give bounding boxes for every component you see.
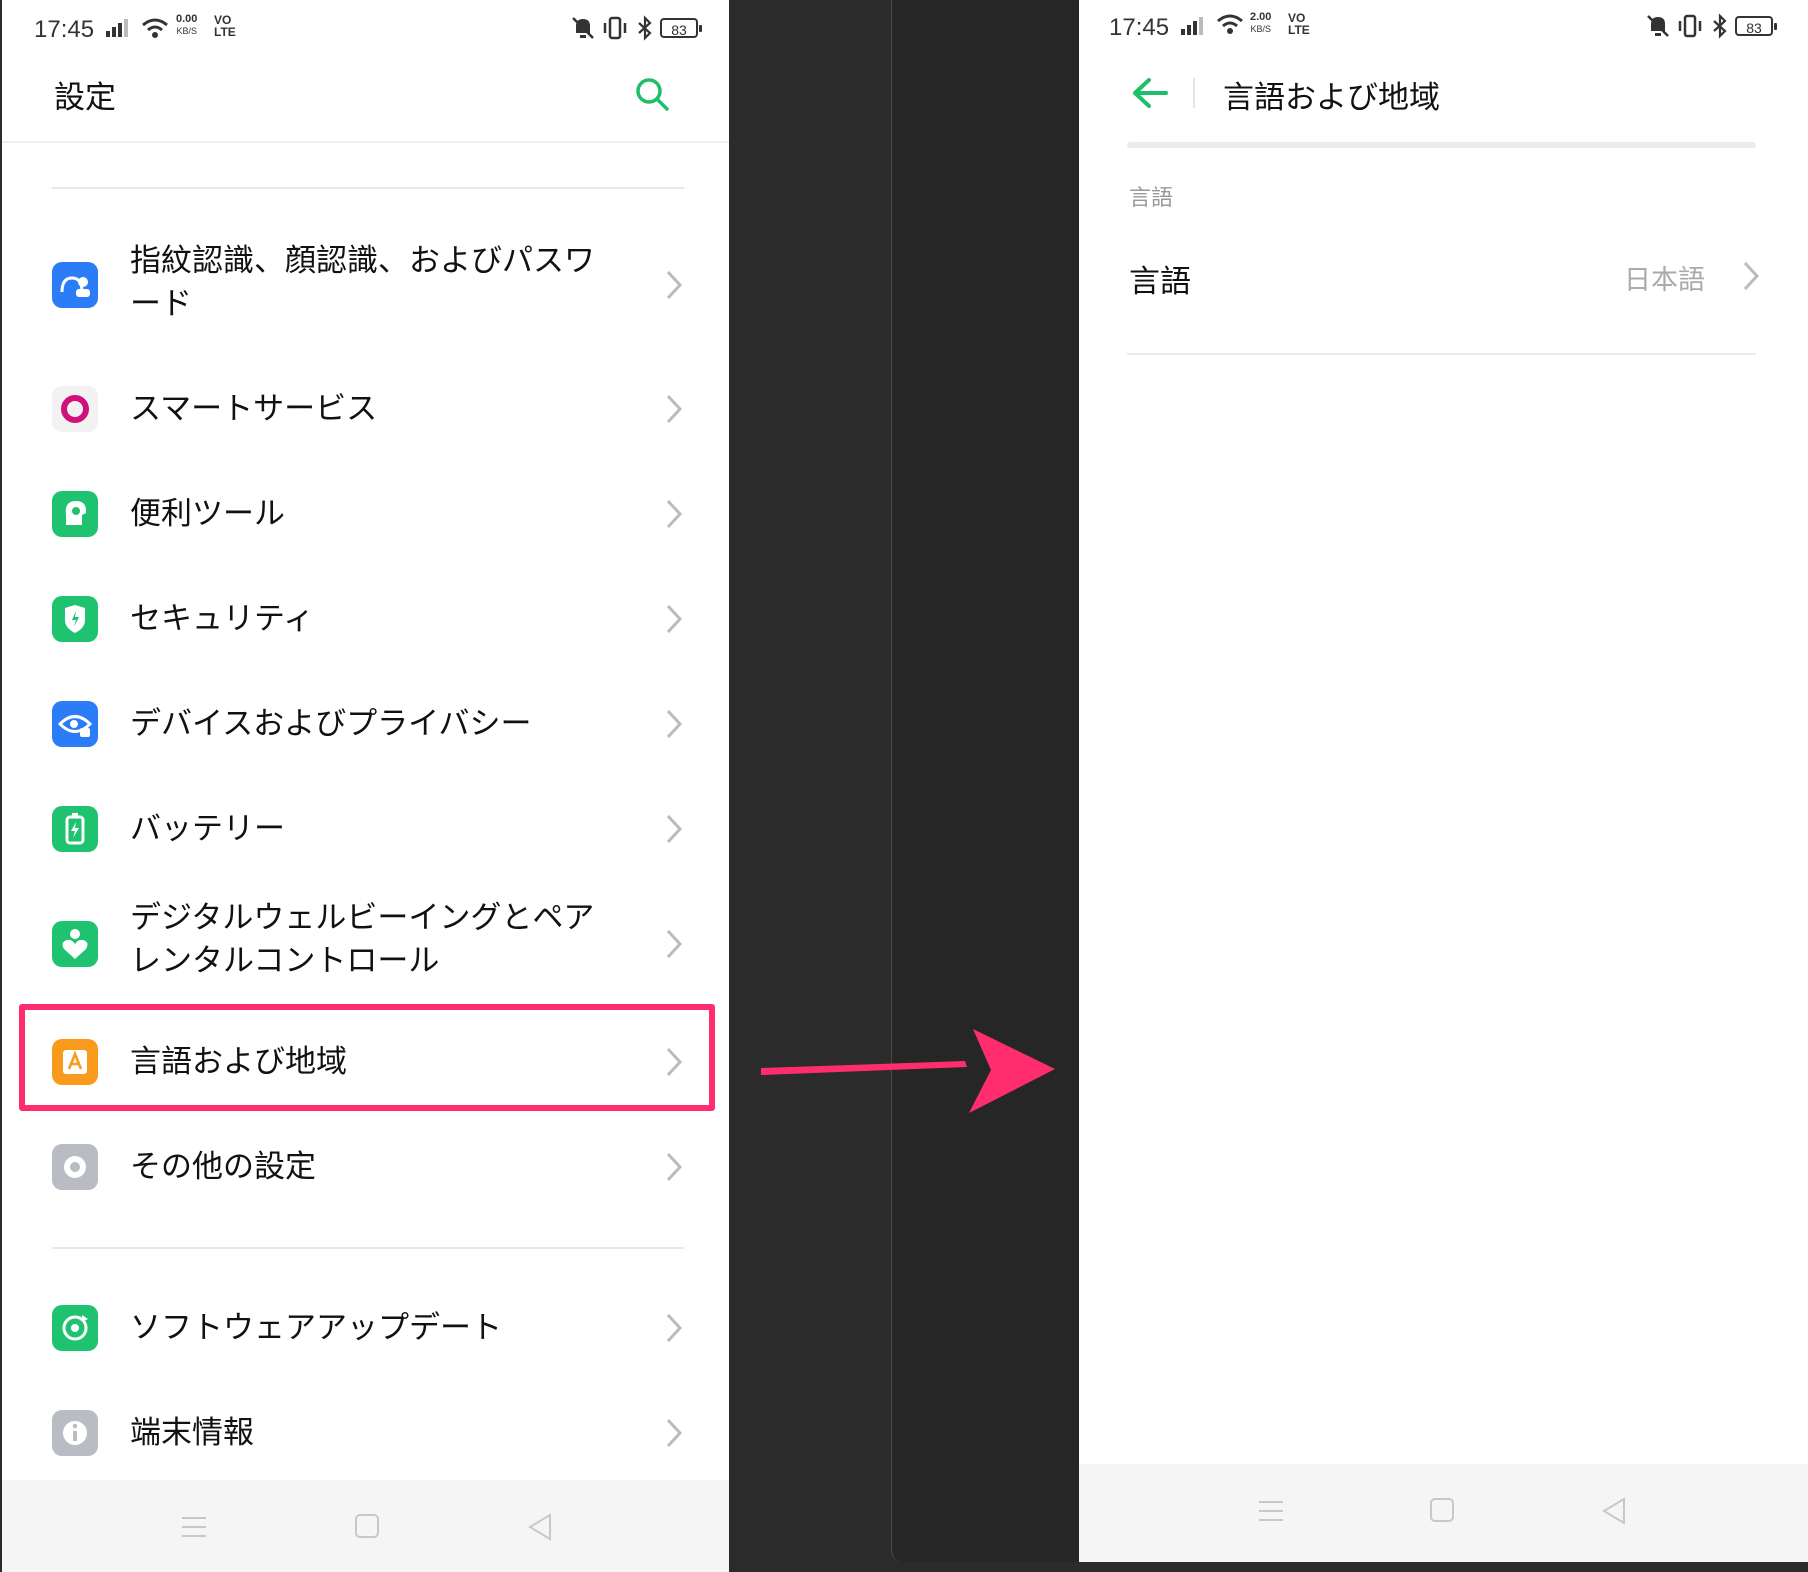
settings-item-label-cont: ード (130, 286, 192, 322)
section-divider (52, 187, 684, 189)
status-bar: 17:45 2.00 KB/S VO LTE 83 (1079, 0, 1808, 60)
chevron-right-icon (666, 1152, 683, 1182)
settings-item-smart-service[interactable]: スマートサービス (2, 380, 729, 440)
info-icon (52, 1410, 98, 1456)
settings-item-label: ソフトウェアアップデート (130, 1310, 502, 1346)
settings-item-other[interactable]: その他の設定 (2, 1138, 729, 1198)
chevron-right-icon (666, 929, 683, 959)
cell-signal-icon (106, 19, 128, 37)
software-update-icon (52, 1305, 98, 1351)
home-nav-icon[interactable] (354, 1512, 380, 1540)
language-value: 日本語 (1624, 265, 1705, 296)
status-time: 17:45 (34, 16, 95, 43)
fingerprint-face-icon (52, 262, 98, 308)
bluetooth-icon (1713, 13, 1727, 39)
language-setting-row[interactable]: 言語 日本語 (1079, 235, 1808, 335)
vibrate-icon (1678, 14, 1702, 38)
page-title: 設定 (54, 80, 116, 116)
chevron-right-icon (666, 1418, 683, 1448)
chevron-right-icon (666, 1313, 683, 1343)
settings-item-tools[interactable]: 便利ツール (2, 485, 729, 545)
chevron-right-icon (666, 270, 683, 300)
settings-item-device-info[interactable]: 端末情報 (2, 1404, 729, 1464)
chevron-right-icon (666, 604, 683, 634)
settings-item-wellbeing[interactable]: デジタルウェルビーイングとペア レンタルコントロール (2, 897, 729, 989)
vibrate-icon (603, 16, 627, 40)
status-time: 17:45 (1109, 14, 1170, 41)
settings-item-label: 便利ツール (130, 496, 285, 532)
header-divider (1127, 142, 1756, 148)
header-divider (2, 141, 729, 143)
mute-bell-icon (1647, 15, 1669, 37)
wifi-icon (142, 18, 168, 38)
settings-item-label: その他の設定 (130, 1149, 316, 1185)
status-bar: 17:45 0.00 KB/S VO LTE 83 (2, 0, 729, 60)
network-speed: 2.00 (1250, 11, 1272, 23)
settings-item-label: セキュリティ (130, 601, 315, 637)
row-divider (1127, 353, 1756, 355)
menu-nav-icon[interactable] (180, 1514, 208, 1540)
background-divider (891, 0, 1080, 1562)
back-arrow-icon[interactable] (1131, 77, 1169, 109)
page-title: 言語および地域 (1223, 80, 1440, 116)
chevron-right-icon (666, 394, 683, 424)
battery-indicator: 83 (660, 18, 702, 38)
back-nav-icon[interactable] (1600, 1496, 1628, 1526)
shield-icon (52, 596, 98, 642)
navigation-bar (2, 1480, 729, 1572)
header-separator (1193, 78, 1195, 108)
chevron-right-icon (1743, 261, 1760, 291)
settings-item-label: デバイスおよびプライバシー (130, 706, 532, 742)
volte-lte: LTE (214, 25, 236, 39)
network-speed-unit: KB/S (1250, 24, 1271, 34)
settings-item-label: 端末情報 (130, 1415, 254, 1451)
more-settings-icon (52, 1144, 98, 1190)
back-nav-icon[interactable] (526, 1512, 554, 1542)
settings-item-privacy[interactable]: デバイスおよびプライバシー (2, 695, 729, 755)
settings-item-battery[interactable]: バッテリー (2, 800, 729, 860)
settings-item-software-update[interactable]: ソフトウェアアップデート (2, 1299, 729, 1359)
chevron-right-icon (666, 814, 683, 844)
privacy-eye-icon (52, 701, 98, 747)
mute-bell-icon (572, 17, 594, 39)
menu-nav-icon[interactable] (1257, 1498, 1285, 1524)
settings-screen: 17:45 0.00 KB/S VO LTE 83 設定 指紋認識、顔認識、およ… (2, 0, 729, 1572)
settings-item-label: デジタルウェルビーイングとペア (130, 900, 595, 936)
settings-item-label: スマートサービス (130, 391, 378, 427)
settings-item-fingerprint[interactable]: 指紋認識、顔認識、およびパスワ ード (2, 232, 729, 338)
network-speed-unit: KB/S (176, 26, 197, 36)
cell-signal-icon (1181, 17, 1203, 35)
section-divider (52, 1247, 684, 1249)
battery-icon (52, 806, 98, 852)
network-speed: 0.00 (176, 13, 198, 25)
bluetooth-icon (638, 15, 652, 41)
navigation-bar (1079, 1464, 1808, 1562)
chevron-right-icon (666, 709, 683, 739)
wellbeing-icon (52, 921, 98, 967)
chevron-right-icon (666, 499, 683, 529)
settings-item-label: バッテリー (130, 811, 285, 847)
volte-lte: LTE (1288, 23, 1310, 37)
tools-icon (52, 491, 98, 537)
arrow-right-icon (761, 1029, 1055, 1113)
settings-item-security[interactable]: セキュリティ (2, 590, 729, 650)
wifi-icon (1217, 14, 1243, 34)
battery-indicator: 83 (1735, 16, 1777, 36)
smart-service-icon (52, 386, 98, 432)
highlight-box (19, 1004, 715, 1111)
home-nav-icon[interactable] (1429, 1496, 1455, 1524)
section-header: 言語 (1129, 186, 1174, 211)
language-region-screen: 17:45 2.00 KB/S VO LTE 83 言語および地域 言語 言語 … (1079, 0, 1808, 1562)
settings-item-label: 指紋認識、顔認識、およびパスワ (130, 243, 595, 279)
search-icon[interactable] (634, 76, 670, 112)
settings-item-label-cont: レンタルコントロール (130, 943, 440, 979)
language-label: 言語 (1129, 264, 1191, 300)
